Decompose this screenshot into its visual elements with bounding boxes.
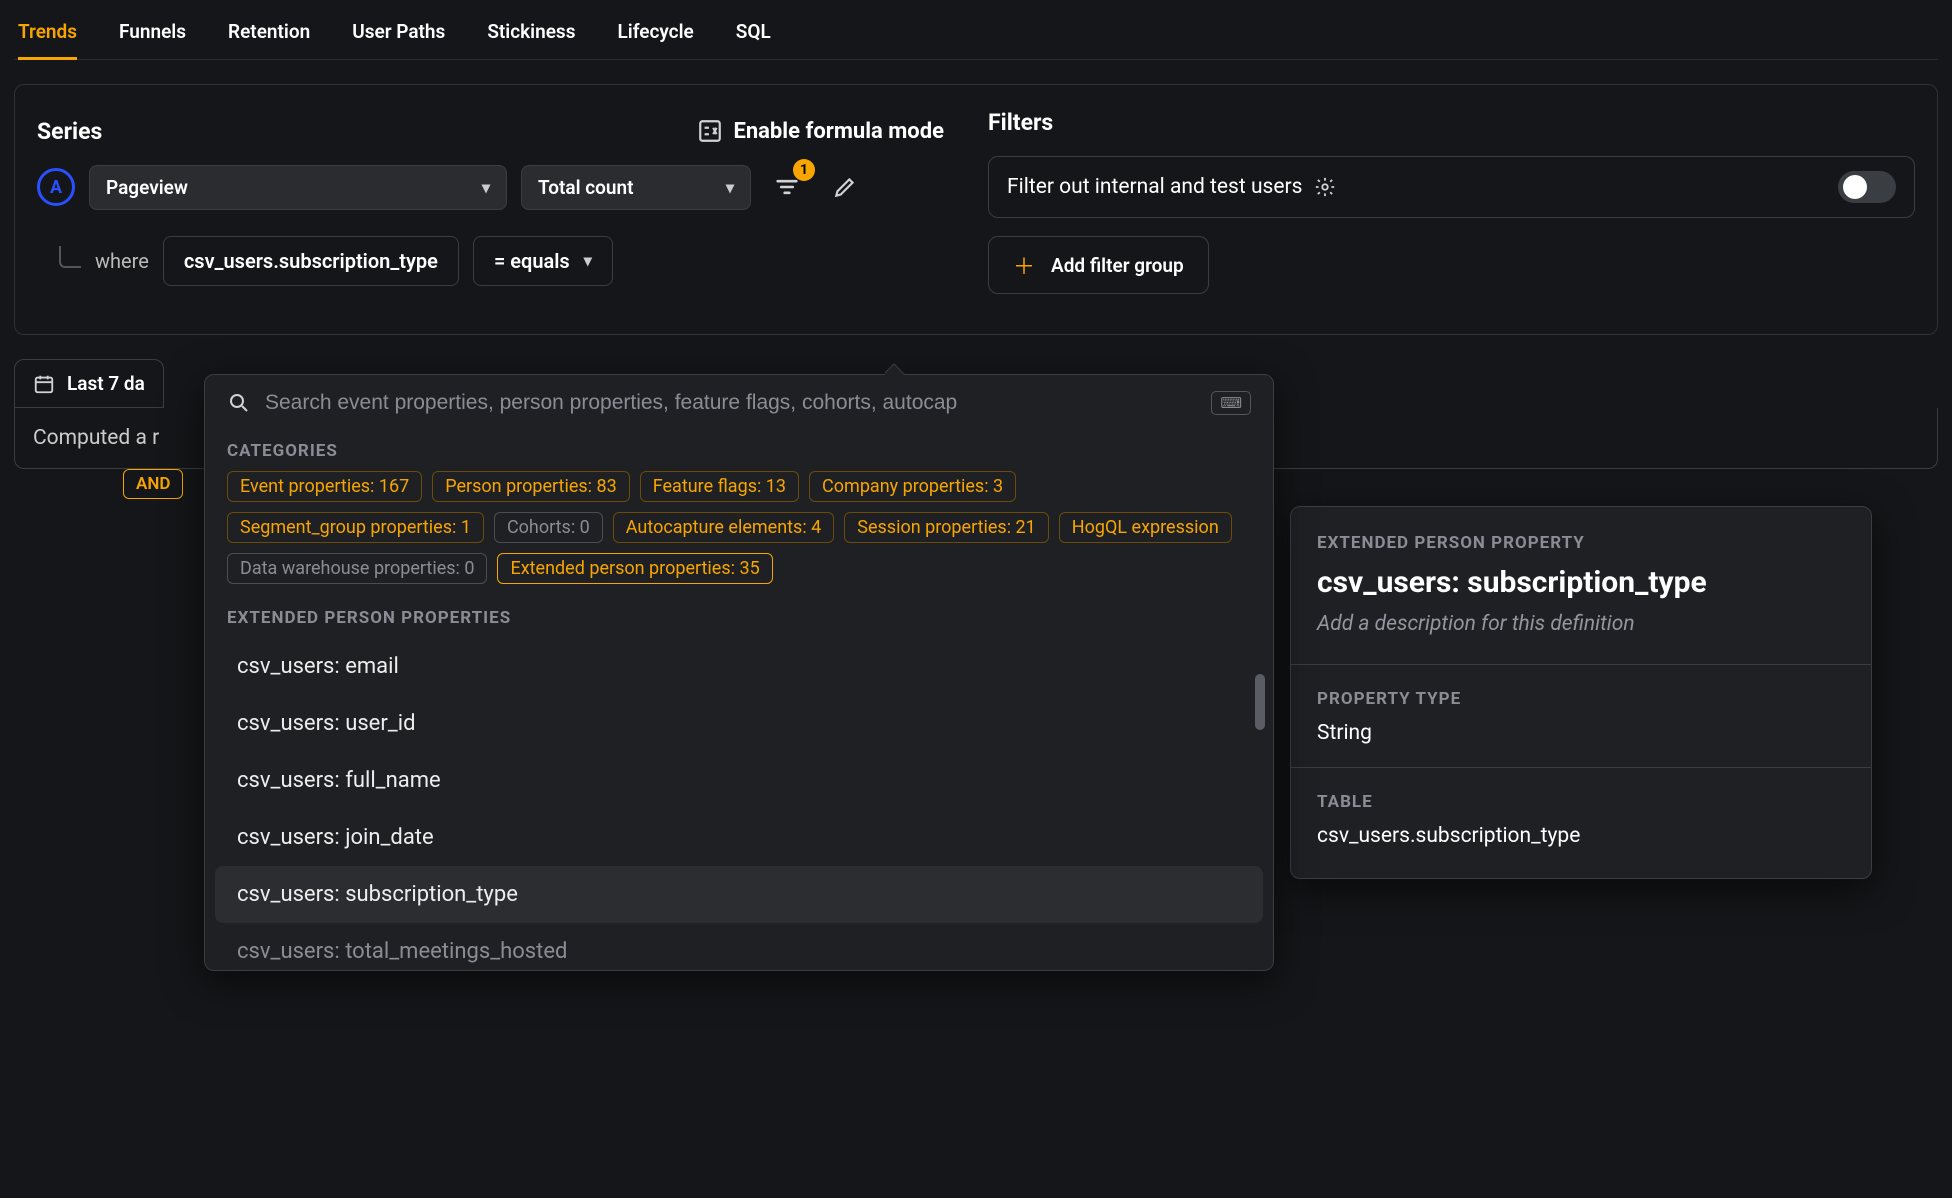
keyboard-hint-icon: ⌨: [1211, 391, 1251, 415]
tab-retention[interactable]: Retention: [228, 20, 310, 59]
series-filter-button[interactable]: 1: [765, 165, 809, 209]
date-range-select[interactable]: Last 7 da: [14, 359, 164, 408]
formula-mode-label: Enable formula mode: [733, 119, 944, 144]
property-item[interactable]: csv_users: user_id: [215, 695, 1263, 752]
pill-hogql-expression[interactable]: HogQL expression: [1059, 512, 1232, 543]
filter-operator-select[interactable]: = equals ▾: [473, 236, 613, 286]
event-select-label: Pageview: [106, 176, 188, 199]
pill-segment-group-properties[interactable]: Segment_group properties: 1: [227, 512, 484, 543]
pencil-icon: [832, 174, 858, 200]
category-pills: Event properties: 167 Person properties:…: [205, 471, 1273, 598]
property-list: csv_users: email csv_users: user_id csv_…: [205, 638, 1273, 964]
filter-count-badge: 1: [793, 159, 815, 181]
where-label: where: [95, 249, 149, 273]
pill-session-properties[interactable]: Session properties: 21: [844, 512, 1049, 543]
series-edit-button[interactable]: [823, 165, 867, 209]
enable-formula-mode[interactable]: Enable formula mode: [697, 118, 944, 144]
tab-funnels[interactable]: Funnels: [119, 20, 186, 59]
search-icon: [227, 391, 251, 415]
property-item[interactable]: csv_users: join_date: [215, 809, 1263, 866]
tab-user-paths[interactable]: User Paths: [352, 20, 445, 59]
series-badge-a: A: [37, 168, 75, 206]
series-row-a: A Pageview ▾ Total count ▾ 1: [37, 165, 964, 210]
divider: [1291, 664, 1871, 665]
chevron-down-icon: ▾: [482, 178, 490, 197]
pill-person-properties[interactable]: Person properties: 83: [432, 471, 630, 502]
detail-table-value: csv_users.subscription_type: [1317, 824, 1845, 848]
pill-autocapture-elements[interactable]: Autocapture elements: 4: [613, 512, 834, 543]
logic-and-chip[interactable]: AND: [123, 469, 183, 499]
tab-stickiness[interactable]: Stickiness: [487, 20, 575, 59]
property-item[interactable]: csv_users: total_meetings_hosted: [215, 923, 1263, 964]
property-search-input[interactable]: [265, 391, 1197, 415]
series-title: Series: [37, 118, 102, 145]
query-panel: Series Enable formula mode A Pageview ▾ …: [14, 84, 1938, 335]
add-filter-group-label: Add filter group: [1051, 254, 1184, 277]
pill-feature-flags[interactable]: Feature flags: 13: [640, 471, 799, 502]
filter-property-chip[interactable]: csv_users.subscription_type: [163, 236, 459, 286]
event-select[interactable]: Pageview ▾: [89, 165, 507, 210]
chevron-down-icon: ▾: [726, 178, 734, 197]
tab-sql[interactable]: SQL: [736, 20, 771, 59]
filter-operator-label: = equals: [494, 249, 570, 273]
tab-trends[interactable]: Trends: [18, 20, 77, 60]
pill-company-properties[interactable]: Company properties: 3: [809, 471, 1016, 502]
chevron-down-icon: ▾: [584, 251, 592, 270]
property-picker-popover: ⌨ CATEGORIES Event properties: 167 Perso…: [204, 374, 1274, 971]
internal-users-filter-label: Filter out internal and test users: [1007, 175, 1302, 199]
property-list-header: EXTENDED PERSON PROPERTIES: [205, 598, 1273, 638]
insight-tabs: Trends Funnels Retention User Paths Stic…: [14, 10, 1938, 60]
property-item[interactable]: csv_users: full_name: [215, 752, 1263, 809]
date-range-label: Last 7 da: [67, 372, 145, 395]
gear-icon[interactable]: [1314, 176, 1336, 198]
internal-users-filter-row: Filter out internal and test users: [988, 156, 1915, 218]
detail-type-label: PROPERTY TYPE: [1317, 689, 1845, 709]
property-item[interactable]: csv_users: email: [215, 638, 1263, 695]
divider: [1291, 767, 1871, 768]
add-filter-group-button[interactable]: ＋ Add filter group: [988, 236, 1209, 294]
pill-event-properties[interactable]: Event properties: 167: [227, 471, 422, 502]
categories-header: CATEGORIES: [205, 431, 1273, 471]
aggregation-select[interactable]: Total count ▾: [521, 165, 751, 210]
formula-icon: [697, 118, 723, 144]
detail-description-placeholder[interactable]: Add a description for this definition: [1317, 612, 1845, 636]
series-filter-clause: where csv_users.subscription_type = equa…: [95, 236, 964, 286]
internal-users-toggle[interactable]: [1838, 171, 1896, 203]
pill-cohorts[interactable]: Cohorts: 0: [494, 512, 603, 543]
scrollbar-thumb[interactable]: [1255, 674, 1265, 730]
pill-data-warehouse-properties[interactable]: Data warehouse properties: 0: [227, 553, 487, 584]
aggregation-select-label: Total count: [538, 176, 634, 199]
plus-icon: ＋: [1013, 249, 1035, 281]
detail-type-value: String: [1317, 721, 1845, 745]
detail-table-label: TABLE: [1317, 792, 1845, 812]
detail-category-label: EXTENDED PERSON PROPERTY: [1317, 533, 1845, 553]
property-detail-panel: EXTENDED PERSON PROPERTY csv_users: subs…: [1290, 506, 1872, 879]
property-item-highlighted[interactable]: csv_users: subscription_type: [215, 866, 1263, 923]
calendar-icon: [33, 373, 55, 395]
pill-extended-person-properties[interactable]: Extended person properties: 35: [497, 553, 772, 584]
toggle-knob: [1843, 175, 1867, 199]
popover-caret: [885, 363, 905, 375]
tree-connector-icon: [59, 246, 81, 268]
filters-title: Filters: [988, 109, 1915, 136]
tab-lifecycle[interactable]: Lifecycle: [617, 20, 693, 59]
detail-title: csv_users: subscription_type: [1317, 565, 1845, 600]
